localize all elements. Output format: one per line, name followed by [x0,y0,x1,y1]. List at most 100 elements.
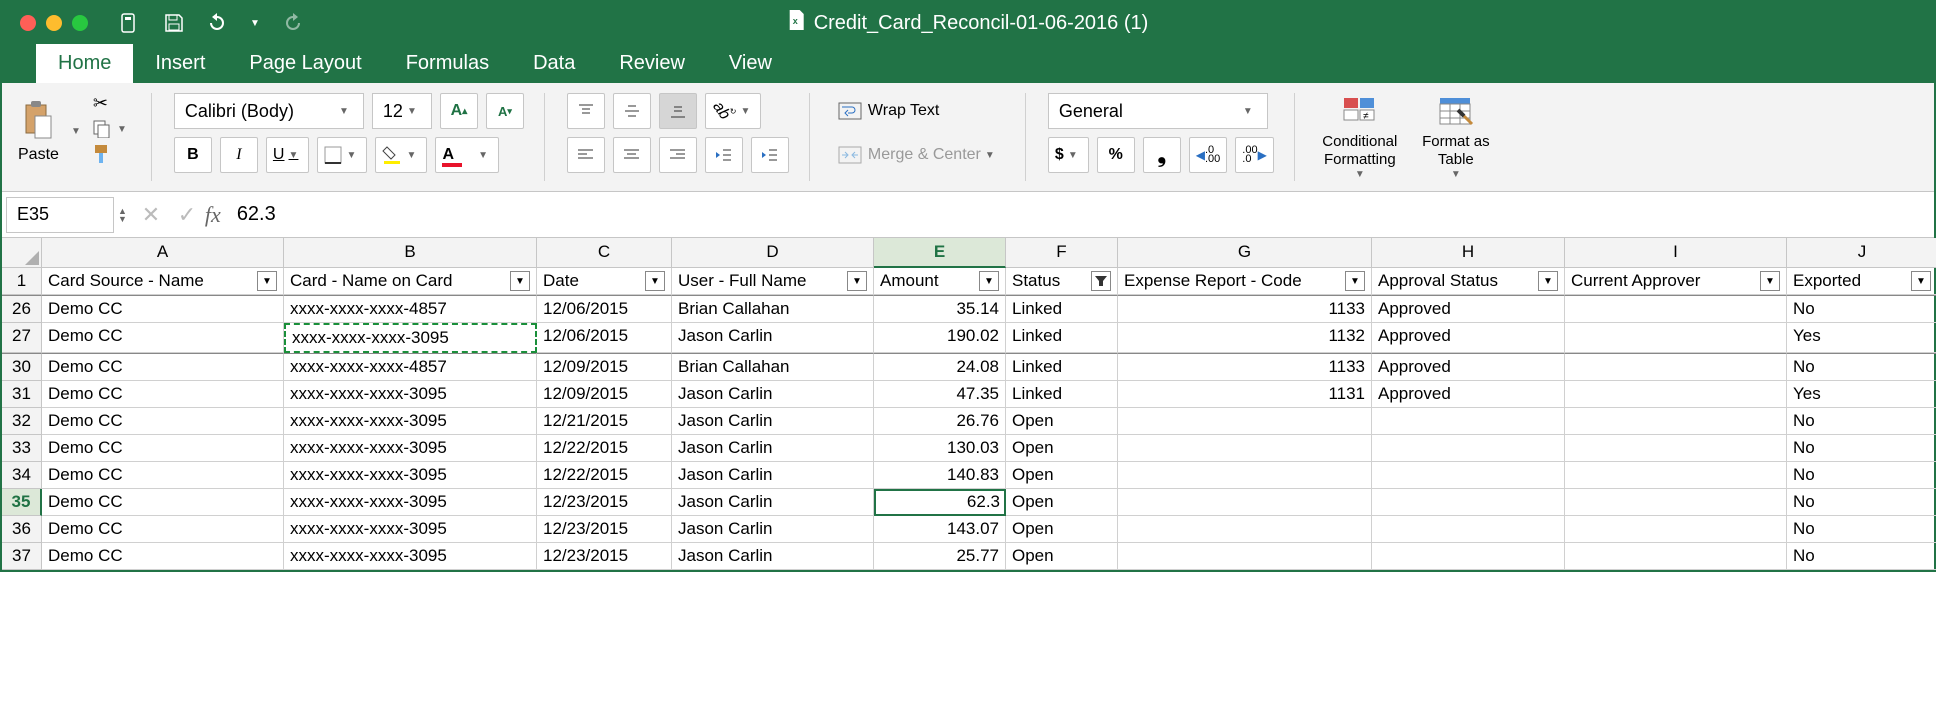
cell-D31[interactable]: Jason Carlin [672,381,874,408]
cell-I32[interactable] [1565,408,1787,435]
header-cell-I[interactable]: Current Approver ▼ [1565,268,1787,295]
cell-G32[interactable] [1118,408,1372,435]
increase-decimal-button[interactable]: ◀.0.00 [1189,137,1228,173]
cell-J34[interactable]: No [1787,462,1936,489]
shrink-font-button[interactable]: A▾ [486,93,524,129]
header-cell-J[interactable]: Exported ▼ [1787,268,1936,295]
cell-D32[interactable]: Jason Carlin [672,408,874,435]
column-header-A[interactable]: A [42,238,284,268]
format-as-table-button[interactable]: Format as Table▼ [1421,93,1491,181]
align-bottom-button[interactable] [659,93,697,129]
cell-H34[interactable] [1372,462,1565,489]
cell-B34[interactable]: xxxx-xxxx-xxxx-3095 [284,462,537,489]
percent-button[interactable]: % [1097,137,1135,173]
redo-button[interactable] [280,11,304,35]
cell-J27[interactable]: Yes [1787,323,1936,353]
cell-F34[interactable]: Open [1006,462,1118,489]
header-cell-A[interactable]: Card Source - Name ▼ [42,268,284,295]
zoom-window-button[interactable] [72,15,88,31]
cell-D30[interactable]: Brian Callahan [672,353,874,381]
save-button[interactable] [162,11,186,35]
cell-D33[interactable]: Jason Carlin [672,435,874,462]
filter-button-I[interactable]: ▼ [1760,271,1780,291]
cell-I27[interactable] [1565,323,1787,353]
column-header-C[interactable]: C [537,238,672,268]
cell-J36[interactable]: No [1787,516,1936,543]
cell-A37[interactable]: Demo CC [42,543,284,570]
cell-F36[interactable]: Open [1006,516,1118,543]
cell-J31[interactable]: Yes [1787,381,1936,408]
column-header-E[interactable]: E [874,238,1006,268]
cell-B31[interactable]: xxxx-xxxx-xxxx-3095 [284,381,537,408]
cell-D37[interactable]: Jason Carlin [672,543,874,570]
cell-A32[interactable]: Demo CC [42,408,284,435]
select-all-corner[interactable] [2,238,42,268]
cell-I33[interactable] [1565,435,1787,462]
autosave-button[interactable] [118,11,142,35]
cell-E30[interactable]: 24.08 [874,353,1006,381]
number-format-combo[interactable]: General▼ [1048,93,1268,129]
cell-D27[interactable]: Jason Carlin [672,323,874,353]
column-header-J[interactable]: J [1787,238,1936,268]
cell-E36[interactable]: 143.07 [874,516,1006,543]
cell-C27[interactable]: 12/06/2015 [537,323,672,353]
cell-B26[interactable]: xxxx-xxxx-xxxx-4857 [284,295,537,323]
cell-E33[interactable]: 130.03 [874,435,1006,462]
cell-H32[interactable] [1372,408,1565,435]
cell-H26[interactable]: Approved [1372,295,1565,323]
column-header-G[interactable]: G [1118,238,1372,268]
row-header-31[interactable]: 31 [2,381,42,408]
cell-C35[interactable]: 12/23/2015 [537,489,672,516]
align-left-button[interactable] [567,137,605,173]
cell-B32[interactable]: xxxx-xxxx-xxxx-3095 [284,408,537,435]
cell-C30[interactable]: 12/09/2015 [537,353,672,381]
cell-F37[interactable]: Open [1006,543,1118,570]
cell-A30[interactable]: Demo CC [42,353,284,381]
spreadsheet-grid[interactable]: ABCDEFGHIJ1 Card Source - Name ▼ Card - … [2,238,1934,570]
cell-E26[interactable]: 35.14 [874,295,1006,323]
formula-input[interactable]: 62.3 [229,203,1934,226]
row-header-36[interactable]: 36 [2,516,42,543]
cell-F33[interactable]: Open [1006,435,1118,462]
filter-button-A[interactable]: ▼ [257,271,277,291]
grow-font-button[interactable]: A▴ [440,93,478,129]
align-top-button[interactable] [567,93,605,129]
cell-C34[interactable]: 12/22/2015 [537,462,672,489]
column-header-I[interactable]: I [1565,238,1787,268]
cell-J30[interactable]: No [1787,353,1936,381]
paste-dropdown[interactable]: ▼ [67,126,85,137]
close-window-button[interactable] [20,15,36,31]
cell-F35[interactable]: Open [1006,489,1118,516]
row-header-35[interactable]: 35 [2,489,42,516]
currency-button[interactable]: $▼ [1048,137,1089,173]
borders-button[interactable]: ▼ [317,137,367,173]
cell-A35[interactable]: Demo CC [42,489,284,516]
cell-I35[interactable] [1565,489,1787,516]
decrease-indent-button[interactable] [705,137,743,173]
header-cell-E[interactable]: Amount ▼ [874,268,1006,295]
row-header-37[interactable]: 37 [2,543,42,570]
cell-B37[interactable]: xxxx-xxxx-xxxx-3095 [284,543,537,570]
cell-E35[interactable]: 62.3 [874,489,1006,516]
align-right-button[interactable] [659,137,697,173]
row-header-30[interactable]: 30 [2,353,42,381]
wrap-text-button[interactable]: Wrap Text [832,93,945,129]
align-middle-button[interactable] [613,93,651,129]
row-header-27[interactable]: 27 [2,323,42,353]
cell-A36[interactable]: Demo CC [42,516,284,543]
conditional-formatting-button[interactable]: ≠ Conditional Formatting▼ [1317,93,1403,181]
underline-button[interactable]: U▼ [266,137,310,173]
cell-A33[interactable]: Demo CC [42,435,284,462]
filter-button-J[interactable]: ▼ [1911,271,1931,291]
fx-icon[interactable]: fx [205,202,221,228]
header-cell-G[interactable]: Expense Report - Code ▼ [1118,268,1372,295]
cell-A26[interactable]: Demo CC [42,295,284,323]
italic-button[interactable]: I [220,137,258,173]
cell-E27[interactable]: 190.02 [874,323,1006,353]
cell-G35[interactable] [1118,489,1372,516]
header-cell-C[interactable]: Date ▼ [537,268,672,295]
cell-H35[interactable] [1372,489,1565,516]
cell-G34[interactable] [1118,462,1372,489]
row-header-1[interactable]: 1 [2,268,42,295]
merge-center-button[interactable]: Merge & Center▼ [832,137,1005,173]
